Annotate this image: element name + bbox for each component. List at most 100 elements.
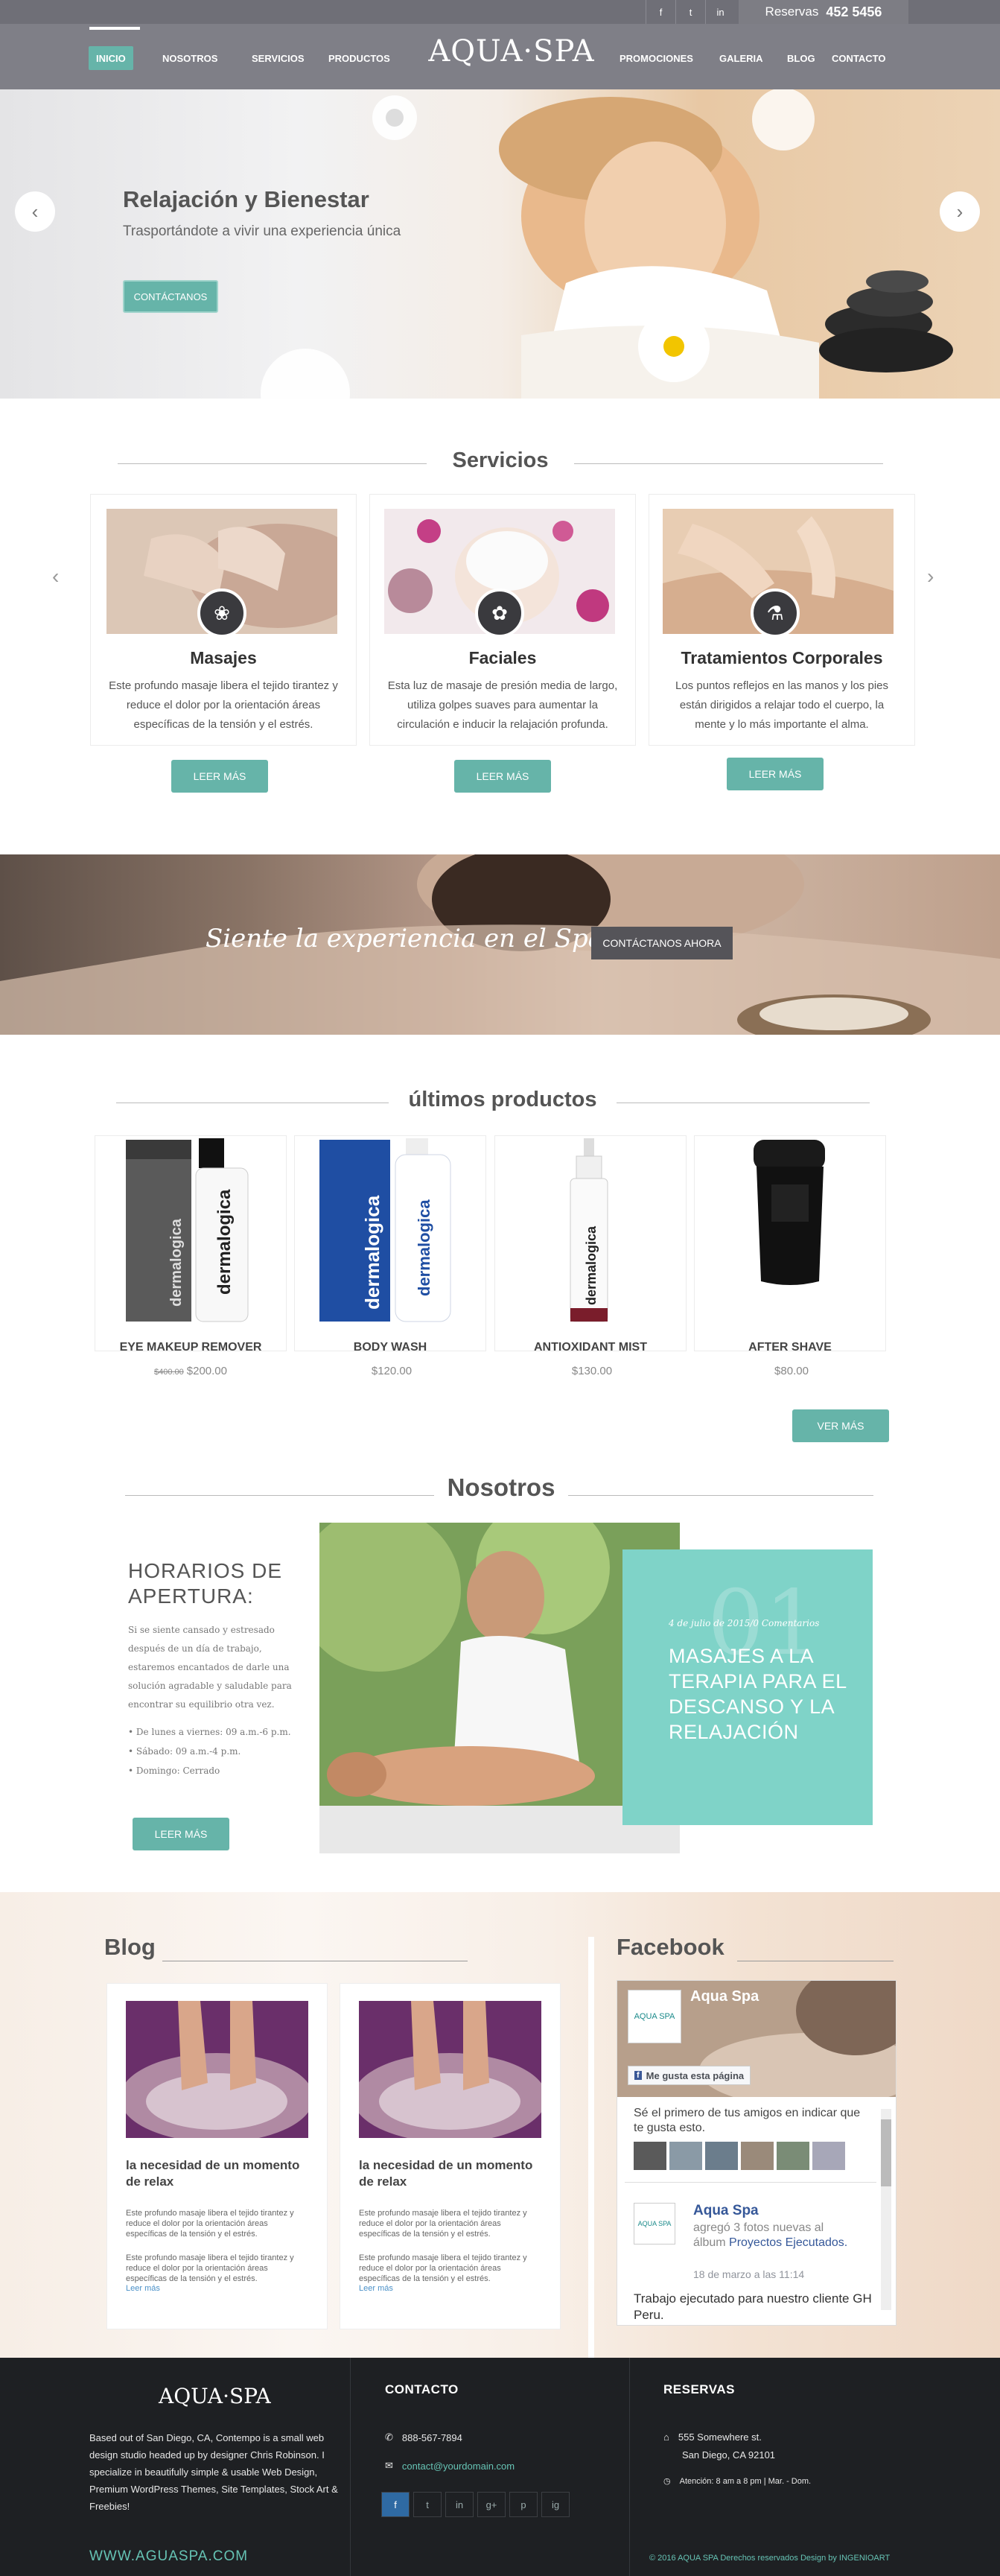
hero-contact-button[interactable]: CONTÁCTANOS (123, 280, 218, 313)
site-logo[interactable]: AQUA·SPA (422, 34, 601, 69)
product-name[interactable]: ANTIOXIDANT MIST (494, 1341, 687, 1354)
brand-label: dermalogica (415, 1199, 433, 1296)
facebook-page-logo[interactable]: AQUA SPA (628, 1990, 681, 2043)
oil-bottle-icon: ⚗ (751, 589, 800, 638)
clock-icon: ◷ (663, 2477, 671, 2486)
services-prev-arrow[interactable]: ‹ (52, 565, 59, 589)
email-text: contact@yourdomain.com (401, 2460, 515, 2472)
footer-logo[interactable]: AQUA·SPA (159, 2384, 271, 2408)
service-text: Esta luz de masaje de presión media de l… (387, 679, 618, 731)
contact-now-button[interactable]: CONTÁCTANOS AHORA (591, 927, 733, 959)
product-name[interactable]: EYE MAKEUP REMOVER (95, 1341, 287, 1354)
footer-about: Based out of San Diego, CA, Contempo is … (89, 2432, 338, 2512)
linkedin-icon[interactable]: in (445, 2492, 474, 2517)
view-more-button[interactable]: VER MÁS (792, 1409, 889, 1442)
facebook-scrollbar[interactable] (881, 2109, 891, 2310)
brand-label: dermalogica (168, 1218, 185, 1307)
divider-line (125, 1495, 434, 1496)
contact-heading: CONTACTO (385, 2382, 459, 2396)
twitter-icon[interactable]: t (413, 2492, 442, 2517)
facebook-page-name[interactable]: Aqua Spa (690, 1988, 759, 2005)
service-text: Este profundo masaje libera el tejido ti… (109, 679, 338, 731)
hero-prev-arrow[interactable]: ‹ (15, 191, 55, 232)
footer-email[interactable]: ✉ contact@yourdomain.com (385, 2460, 515, 2472)
facebook-title: Facebook (617, 1934, 724, 1960)
product-image: dermalogica dermalogica (126, 1138, 249, 1322)
footer-phone[interactable]: ✆ 888-567-7894 (385, 2431, 462, 2443)
hours-item: • Sábado: 09 a.m.-4 p.m. (128, 1746, 241, 1757)
footer-divider (629, 2358, 630, 2576)
current-price: $80.00 (774, 1365, 809, 1377)
facebook-friends-text: Sé el primero de tus amigos en indicar q… (634, 2107, 861, 2134)
post-date[interactable]: 18 de marzo a las 11:14 (693, 2268, 804, 2280)
blog-read-more-link[interactable]: Leer más (359, 2284, 393, 2293)
post-album-link[interactable]: Proyectos Ejecutados. (729, 2236, 847, 2249)
copyright: © 2016 AQUA SPA Derechos reservados Desi… (649, 2554, 891, 2563)
nav-galeria[interactable]: GALERIA (712, 46, 771, 70)
services-title: Servicios (452, 448, 549, 472)
product-image: dermalogica dermalogica (319, 1138, 451, 1322)
blog-read-more-link[interactable]: Leer más (126, 2284, 160, 2293)
hours-item: • Domingo: Cerrado (128, 1766, 220, 1776)
instagram-icon[interactable]: ig (541, 2492, 570, 2517)
product-name[interactable]: AFTER SHAVE (694, 1341, 886, 1354)
footer-url[interactable]: WWW.AGUASPA.COM (89, 2548, 248, 2565)
services-next-arrow[interactable]: › (927, 565, 934, 589)
nav-servicios[interactable]: SERVICIOS (244, 46, 312, 70)
twitter-icon[interactable]: t (675, 0, 705, 24)
hero-subtitle: Trasportándote a vivir una experiencia ú… (123, 223, 401, 239)
product-name[interactable]: BODY WASH (294, 1341, 486, 1354)
service-title: Tratamientos Corporales (681, 648, 883, 667)
blog-post-title[interactable]: la necesidad de un momento de relax (126, 2157, 308, 2190)
facebook-icon[interactable]: f (646, 0, 675, 24)
blog-title: Blog (104, 1934, 156, 1960)
nav-blog[interactable]: BLOG (780, 46, 823, 70)
post-action: agregó 3 fotos nuevas al álbum Proyectos… (693, 2221, 857, 2250)
nav-productos[interactable]: PRODUCTOS (321, 46, 398, 70)
brand-label: dermalogica (214, 1189, 235, 1295)
reservas-number: 452 5456 (826, 4, 882, 19)
like-label: Me gusta esta página (646, 2069, 745, 2081)
reservas-label: Reservas (765, 4, 819, 19)
post-author[interactable]: Aqua Spa (693, 2203, 759, 2219)
facebook-icon[interactable]: f (381, 2492, 410, 2517)
hero-title: Relajación y Bienestar (123, 186, 369, 212)
divider-line (574, 463, 883, 464)
flower-icon: ✿ (475, 589, 524, 638)
blog-image (126, 2001, 308, 2138)
nav-promociones[interactable]: PROMOCIONES (612, 46, 701, 70)
blog-post-excerpt: Este profundo masaje libera el tejido ti… (359, 2209, 527, 2239)
about-read-more-button[interactable]: LEER MÁS (133, 1818, 229, 1850)
facebook-icon: f (634, 2071, 642, 2080)
pinterest-icon[interactable]: p (509, 2492, 538, 2517)
hero-image (261, 89, 953, 399)
divider-line (625, 2182, 876, 2183)
address-line-2: San Diego, CA 92101 (682, 2449, 776, 2461)
lotus-icon: ❀ (197, 589, 246, 638)
nav-nosotros[interactable]: NOSOTROS (155, 46, 225, 70)
blog-post-excerpt: Este profundo masaje libera el tejido ti… (126, 2209, 294, 2239)
reservas-phone[interactable]: Reservas 452 5456 (739, 0, 908, 24)
hero-next-arrow[interactable]: › (940, 191, 980, 232)
active-indicator (89, 27, 140, 30)
read-more-button[interactable]: LEER MÁS (454, 760, 551, 793)
current-price: $120.00 (371, 1365, 413, 1377)
post-author-avatar[interactable]: AQUA SPA (634, 2203, 675, 2245)
mail-icon: ✉ (385, 2460, 393, 2471)
feature-title[interactable]: MASAJES A LA TERAPIA PARA EL DESCANSO Y … (669, 1643, 862, 1745)
facebook-like-button[interactable]: f Me gusta esta página (628, 2066, 751, 2085)
google-plus-icon[interactable]: g+ (477, 2492, 506, 2517)
read-more-button[interactable]: LEER MÁS (171, 760, 268, 793)
column-divider (588, 1937, 594, 2358)
facebook-widget: AQUA SPA Aqua Spa f Me gusta esta página… (617, 1980, 897, 2326)
blog-post-title[interactable]: la necesidad de un momento de relax (359, 2157, 541, 2190)
product-image (754, 1140, 825, 1285)
linkedin-icon[interactable]: in (705, 0, 735, 24)
hours-item: • De lunes a viernes: 09 a.m.-6 p.m. (128, 1727, 291, 1737)
read-more-button[interactable]: LEER MÁS (727, 758, 824, 790)
hours-weekdays: De lunes a viernes: 09 a.m.-6 p.m. (136, 1727, 291, 1737)
hours-saturday: Sábado: 09 a.m.-4 p.m. (136, 1746, 241, 1757)
nav-inicio[interactable]: INICIO (89, 46, 133, 70)
product-price: $130.00 (494, 1365, 687, 1377)
nav-contacto[interactable]: CONTACTO (824, 46, 893, 70)
